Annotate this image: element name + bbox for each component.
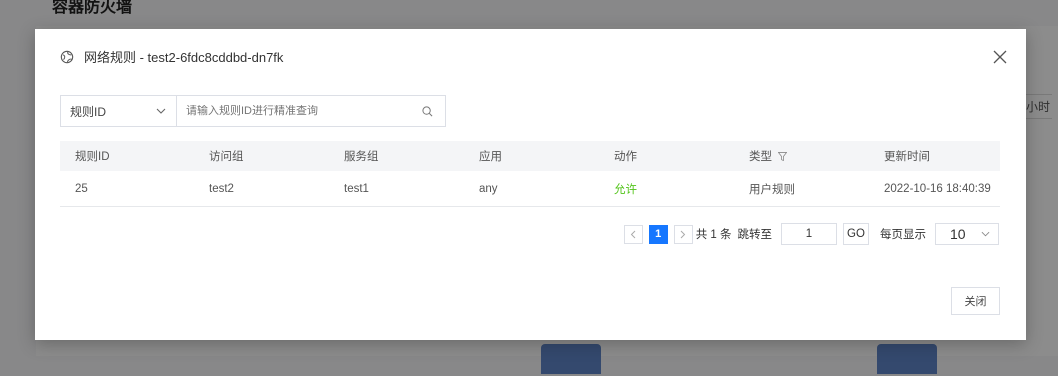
jump-page-input[interactable]: 1 — [781, 223, 837, 245]
cell-access-group: test2 — [209, 182, 234, 195]
page-size-value: 10 — [950, 226, 966, 242]
page-size-label: 每页显示 — [880, 229, 926, 241]
rules-table: 规则ID 访问组 服务组 应用 动作 类型 更新时间 25 test2 test… — [60, 141, 1000, 207]
network-rules-modal: 网络规则 - test2-6fdc8cddbd-dn7fk 规则ID 规则ID … — [35, 29, 1026, 340]
column-header-action: 动作 — [614, 151, 637, 163]
globe-icon — [60, 50, 74, 63]
pagination: 1 共 1 条 跳转至 1 GO 每页显示 10 — [623, 222, 999, 246]
chevron-down-icon — [156, 108, 166, 114]
filter-field-select[interactable]: 规则ID — [61, 96, 177, 126]
cell-service-group: test1 — [344, 182, 369, 195]
cell-action: 允许 — [614, 183, 637, 196]
column-header-access-group: 访问组 — [209, 151, 244, 163]
column-header-rule-id: 规则ID — [75, 151, 110, 163]
column-header-service-group: 服务组 — [344, 151, 379, 163]
page-number-current[interactable]: 1 — [648, 224, 668, 244]
table-row: 25 test2 test1 any 允许 用户规则 2022-10-16 18… — [60, 171, 1000, 207]
table-header: 规则ID 访问组 服务组 应用 动作 类型 更新时间 — [60, 141, 1000, 171]
total-count: 共 1 条 — [695, 229, 732, 241]
column-header-type-label: 类型 — [749, 151, 772, 163]
search-filter: 规则ID — [60, 95, 446, 127]
search-field — [177, 96, 445, 126]
filter-field-value: 规则ID — [70, 104, 107, 119]
cell-updated: 2022-10-16 18:40:39 — [884, 182, 991, 195]
modal-title: 网络规则 - test2-6fdc8cddbd-dn7fk — [84, 50, 284, 65]
filter-icon[interactable] — [778, 151, 787, 161]
chevron-left-icon — [630, 230, 636, 238]
column-header-app: 应用 — [479, 151, 502, 163]
chevron-right-icon — [680, 230, 686, 238]
chevron-down-icon — [981, 231, 990, 237]
search-icon[interactable] — [422, 105, 433, 117]
next-page-button[interactable] — [673, 224, 693, 244]
close-icon[interactable] — [992, 49, 1008, 65]
page-size-select[interactable]: 10 — [935, 223, 999, 245]
cell-type: 用户规则 — [749, 183, 795, 196]
cell-app: any — [479, 182, 498, 195]
cell-rule-id: 25 — [75, 182, 88, 195]
close-button[interactable]: 关闭 — [951, 287, 1000, 315]
go-button[interactable]: GO — [843, 223, 869, 245]
column-header-type: 类型 — [734, 148, 869, 164]
prev-page-button[interactable] — [623, 224, 643, 244]
modal-header: 网络规则 - test2-6fdc8cddbd-dn7fk — [60, 47, 283, 66]
search-input[interactable] — [186, 105, 406, 117]
column-header-updated: 更新时间 — [884, 151, 930, 163]
jump-label: 跳转至 — [737, 229, 773, 241]
